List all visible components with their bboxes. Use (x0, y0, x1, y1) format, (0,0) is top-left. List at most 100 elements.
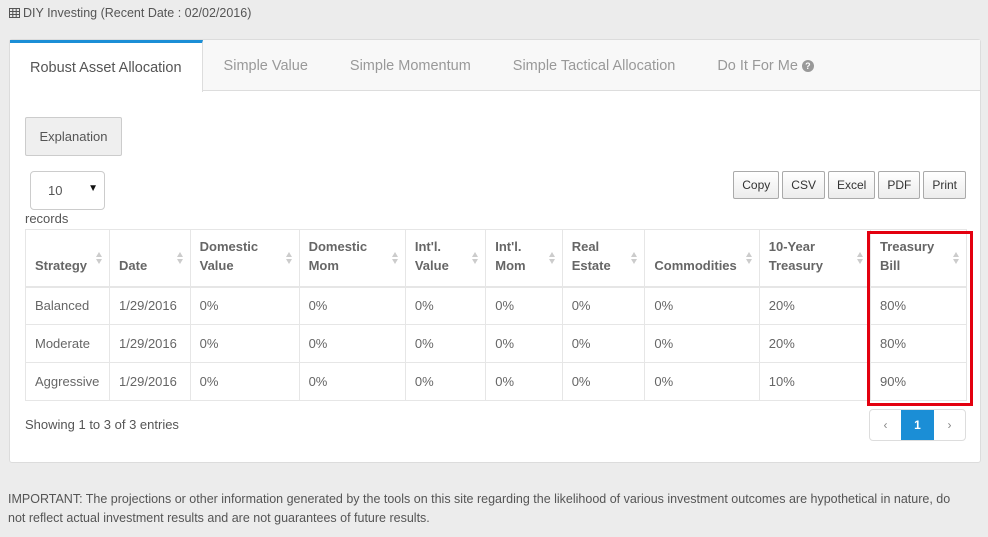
sort-icon[interactable] (176, 252, 184, 266)
sort-icon[interactable] (285, 252, 293, 266)
explanation-button[interactable]: Explanation (25, 117, 122, 156)
column-header-line2: Value (414, 257, 449, 273)
pdf-button[interactable]: PDF (878, 171, 921, 199)
table-cell: 1/29/2016 (109, 324, 191, 363)
tab-simple-tactical-allocation[interactable]: Simple Tactical Allocation (492, 40, 697, 91)
table-cell: 0% (485, 324, 563, 363)
page-length-select[interactable]: 10 ▼ (30, 171, 105, 210)
disclaimer-text: IMPORTANT: The projections or other info… (8, 492, 951, 525)
page-length-value: 10 (48, 183, 63, 198)
tab-simple-momentum[interactable]: Simple Momentum (329, 40, 492, 91)
table-cell: 0% (644, 362, 760, 401)
tab-label: Simple Momentum (349, 57, 471, 74)
column-header[interactable]: Int'l. Mom (485, 229, 563, 288)
tab-label: Simple Tactical Allocation (512, 57, 676, 74)
table-cell: Aggressive (24, 362, 111, 401)
table-cell: 10% (758, 362, 872, 401)
column-header-line2: Treasury (768, 257, 823, 273)
page-title: DIY Investing (Recent Date : 02/02/2016) (9, 6, 251, 20)
column-header-line2: Commodities (654, 257, 737, 273)
table-row: Aggressive 1/29/2016 0% 0% 0% 0% 0% 0% 10% 90% (24, 362, 967, 401)
table-cell: 0% (644, 286, 760, 325)
sort-icon[interactable] (745, 252, 753, 266)
table-cell: 0% (404, 286, 487, 325)
csv-button[interactable]: CSV (782, 171, 825, 199)
tab-simple-value[interactable]: Simple Value (203, 40, 329, 91)
tab-label: Robust Asset Allocation (30, 59, 182, 76)
table-cell: 1/29/2016 (109, 286, 191, 325)
table-cell: 0% (298, 362, 406, 401)
copy-button[interactable]: Copy (733, 171, 780, 199)
sort-icon[interactable] (631, 252, 638, 266)
column-header[interactable]: Commodities (644, 229, 760, 288)
table-cell: 0% (298, 286, 406, 325)
table-cell: 0% (404, 324, 487, 363)
table-cell: 0% (404, 362, 487, 401)
column-header[interactable]: Domestic Mom (298, 229, 406, 288)
table-info: Showing 1 to 3 of 3 entries (25, 417, 179, 432)
question-circle-icon[interactable]: ? (801, 59, 814, 72)
column-header[interactable]: Date (109, 229, 191, 288)
table-cell: 0% (189, 324, 300, 363)
caret-down-icon: ▼ (88, 183, 98, 194)
column-header-line2: Bill (880, 257, 901, 273)
sort-icon[interactable] (472, 252, 479, 266)
column-header[interactable]: 10-Year Treasury (758, 229, 872, 288)
column-header-line2: Value (199, 257, 234, 273)
table-row: Balanced 1/29/2016 0% 0% 0% 0% 0% 0% 20% 80% (24, 286, 967, 325)
table-body: Balanced 1/29/2016 0% 0% 0% 0% 0% 0% 20% 80% Moder… (24, 286, 967, 401)
column-header[interactable]: Real Estate (561, 229, 646, 288)
column-header-line1: 10-Year (768, 238, 816, 254)
print-button[interactable]: Print (923, 171, 966, 199)
records-label: records (25, 211, 69, 226)
table-cell: 0% (189, 362, 300, 401)
table-row: Moderate 1/29/2016 0% 0% 0% 0% 0% 0% 20% 80% (24, 324, 967, 363)
table-cell: 0% (189, 286, 300, 325)
table-grid-icon (9, 8, 20, 18)
prev-page-button[interactable]: ‹ (870, 410, 901, 440)
next-page-button[interactable]: › (934, 410, 965, 440)
table-cell: Moderate (24, 324, 111, 363)
sort-icon[interactable] (96, 252, 103, 266)
column-header[interactable]: Int'l. Value (404, 229, 487, 288)
column-header-line2: Date (119, 257, 148, 273)
tab-do-it-for-me[interactable]: Do It For Me? (696, 40, 835, 91)
column-header-line2: Estate (571, 257, 611, 273)
tab-label: Simple Value (223, 57, 308, 74)
column-header-line1: Domestic (199, 238, 259, 254)
column-header-line2: Strategy (35, 257, 88, 273)
page-1-button[interactable]: 1 (901, 410, 934, 440)
table-header-row: Strategy Date Domestic Value Domestic Mom Int'… (24, 229, 967, 288)
table-cell: Balanced (24, 286, 111, 325)
column-header-line2: Mom (495, 257, 526, 273)
strategy-panel: Robust Asset Allocation Simple Value Sim… (9, 39, 981, 463)
column-header[interactable]: Treasury Bill (870, 229, 967, 288)
table-cell: 0% (561, 324, 646, 363)
table-cell: 0% (298, 324, 406, 363)
sort-icon[interactable] (391, 252, 399, 266)
sort-icon[interactable] (953, 252, 960, 266)
table-cell: 0% (561, 286, 646, 325)
table-cell: 1/29/2016 (109, 362, 191, 401)
table-cell: 20% (758, 324, 872, 363)
pagination: ‹ 1 › (869, 409, 966, 441)
tab-robust-asset-allocation[interactable]: Robust Asset Allocation (10, 40, 203, 92)
column-header-line1: Real (571, 238, 600, 254)
table-cell: 0% (561, 362, 646, 401)
export-buttons: Copy CSV Excel PDF Print (733, 171, 966, 199)
column-header[interactable]: Domestic Value (189, 229, 300, 288)
table-cell: 80% (870, 324, 967, 363)
column-header-line1: Int'l. (495, 238, 522, 254)
column-header-line1: Domestic (308, 238, 368, 254)
allocation-table: Strategy Date Domestic Value Domestic Mom Int'… (24, 229, 967, 401)
tab-bar: Robust Asset Allocation Simple Value Sim… (10, 40, 980, 92)
column-header-line1: Int'l. (414, 238, 442, 254)
sort-icon[interactable] (857, 252, 864, 266)
table-cell: 90% (870, 362, 967, 401)
table-cell: 0% (485, 362, 563, 401)
sort-icon[interactable] (548, 252, 556, 266)
column-header-line1: Treasury (880, 238, 935, 254)
page-title-text: DIY Investing (Recent Date : 02/02/2016) (23, 6, 252, 20)
excel-button[interactable]: Excel (827, 171, 876, 199)
column-header[interactable]: Strategy (24, 229, 111, 288)
